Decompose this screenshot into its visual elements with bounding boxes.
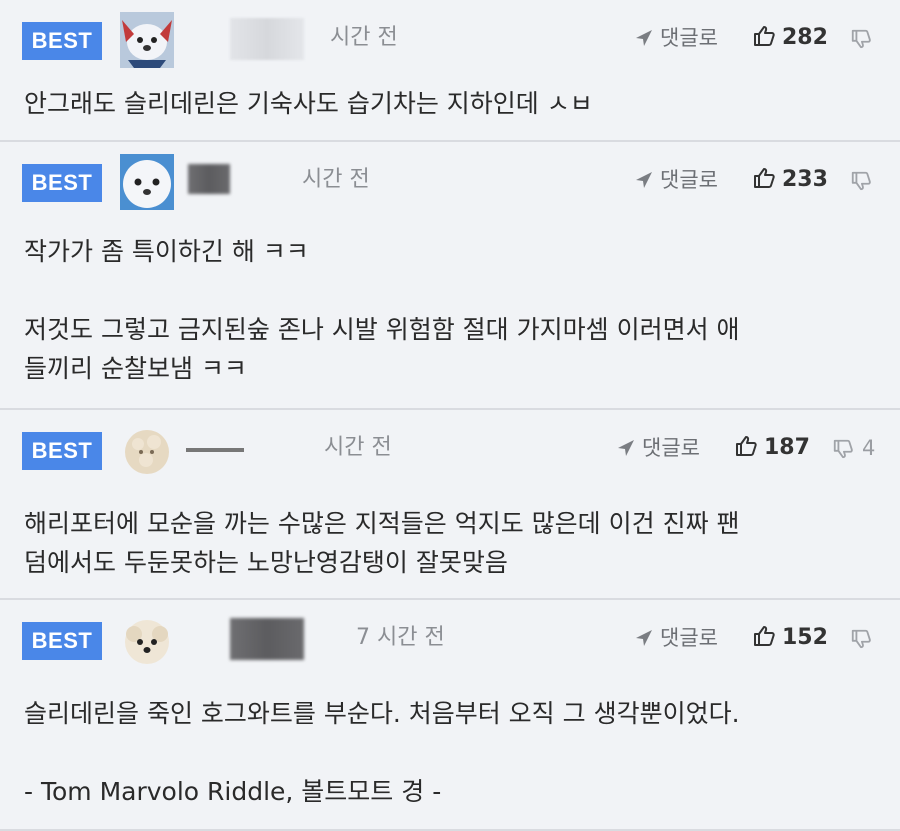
send-icon — [618, 440, 634, 456]
reply-label: 댓글로 — [660, 26, 718, 50]
comment-item: BEST 7 시간 전 댓글로 152 슬리데린을 죽인 호그와트를 부순다. … — [0, 600, 900, 831]
nickname-redacted — [230, 618, 304, 660]
comment-meta: BEST 7 시간 전 댓글로 152 — [0, 608, 900, 668]
comment-body: 안그래도 슬리데린은 기숙사도 습기차는 지하인데 ㅅㅂ — [24, 84, 874, 123]
comment-line: 작가가 좀 특이하긴 해 ㅋㅋ — [24, 237, 309, 266]
thumbs-up-icon — [754, 168, 775, 188]
comment-time: 시간 전 — [324, 435, 392, 460]
comment-line: 저것도 그렇고 금지된숲 존나 시발 위험함 절대 가지마셈 이러면서 애 — [24, 315, 740, 344]
dislike-button[interactable] — [850, 160, 880, 200]
like-count: 282 — [782, 25, 828, 50]
reply-button[interactable]: 댓글로 — [634, 160, 718, 200]
best-badge: BEST — [22, 164, 102, 202]
comment-line: 안그래도 슬리데린은 기숙사도 습기차는 지하인데 ㅅㅂ — [24, 89, 593, 118]
dislike-button[interactable] — [850, 618, 880, 658]
send-icon — [636, 172, 652, 188]
comment-meta: BEST 시간 전 댓글로 233 — [0, 150, 900, 210]
avatar[interactable] — [120, 612, 174, 668]
like-button[interactable]: 282 — [752, 18, 828, 58]
reply-label: 댓글로 — [642, 436, 700, 460]
nickname-redacted — [188, 164, 230, 194]
best-badge: BEST — [22, 432, 102, 470]
reply-button[interactable]: 댓글로 — [634, 18, 718, 58]
dislike-button[interactable]: 4 — [832, 428, 875, 468]
send-icon — [636, 30, 652, 46]
send-icon — [636, 630, 652, 646]
like-count: 187 — [764, 435, 810, 460]
avatar[interactable] — [120, 422, 174, 478]
comment-list: BEST 시간 전 댓글로 282 안그래도 슬리데린은 기숙사도 습기차는 지… — [0, 0, 900, 831]
like-button[interactable]: 152 — [752, 618, 828, 658]
avatar[interactable] — [120, 154, 174, 210]
avatar[interactable] — [120, 12, 174, 68]
thumbs-up-icon — [754, 626, 775, 646]
like-count: 152 — [782, 625, 828, 650]
comment-line: 해리포터에 모순을 까는 수많은 지적들은 억지도 많은데 이건 진짜 팬 — [24, 509, 740, 538]
best-badge: BEST — [22, 622, 102, 660]
comment-time: 7 시간 전 — [356, 625, 445, 650]
comment-line-blank — [24, 733, 874, 772]
comment-body: 작가가 좀 특이하긴 해 ㅋㅋ 저것도 그렇고 금지된숲 존나 시발 위험함 절… — [24, 232, 874, 388]
thumbs-down-icon — [851, 29, 871, 49]
comment-item: BEST 시간 전 댓글로 187 4 해리포터에 모순을 까는 수많은 지적들… — [0, 410, 900, 600]
nickname-redacted — [186, 448, 244, 452]
comment-line-blank — [24, 271, 874, 310]
comment-time: 시간 전 — [302, 167, 370, 192]
reply-label: 댓글로 — [660, 168, 718, 192]
like-button[interactable]: 233 — [752, 160, 828, 200]
comment-body: 해리포터에 모순을 까는 수많은 지적들은 억지도 많은데 이건 진짜 팬 덤에… — [24, 504, 874, 582]
comment-line: - Tom Marvolo Riddle, 볼트모트 경 - — [24, 777, 442, 806]
comment-time: 시간 전 — [330, 25, 398, 50]
comment-item: BEST 시간 전 댓글로 233 작가가 좀 특이하긴 해 ㅋㅋ 저것도 그렇… — [0, 142, 900, 410]
thumbs-up-icon — [736, 436, 757, 456]
reply-button[interactable]: 댓글로 — [634, 618, 718, 658]
thumbs-down-icon — [851, 171, 871, 191]
comment-meta: BEST 시간 전 댓글로 282 — [0, 8, 900, 68]
dislike-button[interactable] — [850, 18, 880, 58]
nickname-redacted — [230, 18, 304, 60]
comment-line: 슬리데린을 죽인 호그와트를 부순다. 처음부터 오직 그 생각뿐이었다. — [24, 699, 740, 728]
like-button[interactable]: 187 — [734, 428, 810, 468]
dislike-count: 4 — [862, 436, 876, 460]
comment-meta: BEST 시간 전 댓글로 187 4 — [0, 418, 900, 478]
like-count: 233 — [782, 167, 828, 192]
best-badge: BEST — [22, 22, 102, 60]
comment-item: BEST 시간 전 댓글로 282 안그래도 슬리데린은 기숙사도 습기차는 지… — [0, 0, 900, 142]
reply-label: 댓글로 — [660, 626, 718, 650]
comment-body: 슬리데린을 죽인 호그와트를 부순다. 처음부터 오직 그 생각뿐이었다. - … — [24, 694, 874, 811]
thumbs-up-icon — [754, 26, 775, 46]
thumbs-down-icon — [833, 439, 853, 459]
comment-line: 덤에서도 두둔못하는 노망난영감탱이 잘못맞음 — [24, 548, 508, 577]
reply-button[interactable]: 댓글로 — [616, 428, 700, 468]
comment-line: 들끼리 순찰보냄 ㅋㅋ — [24, 354, 247, 383]
thumbs-down-icon — [851, 629, 871, 649]
